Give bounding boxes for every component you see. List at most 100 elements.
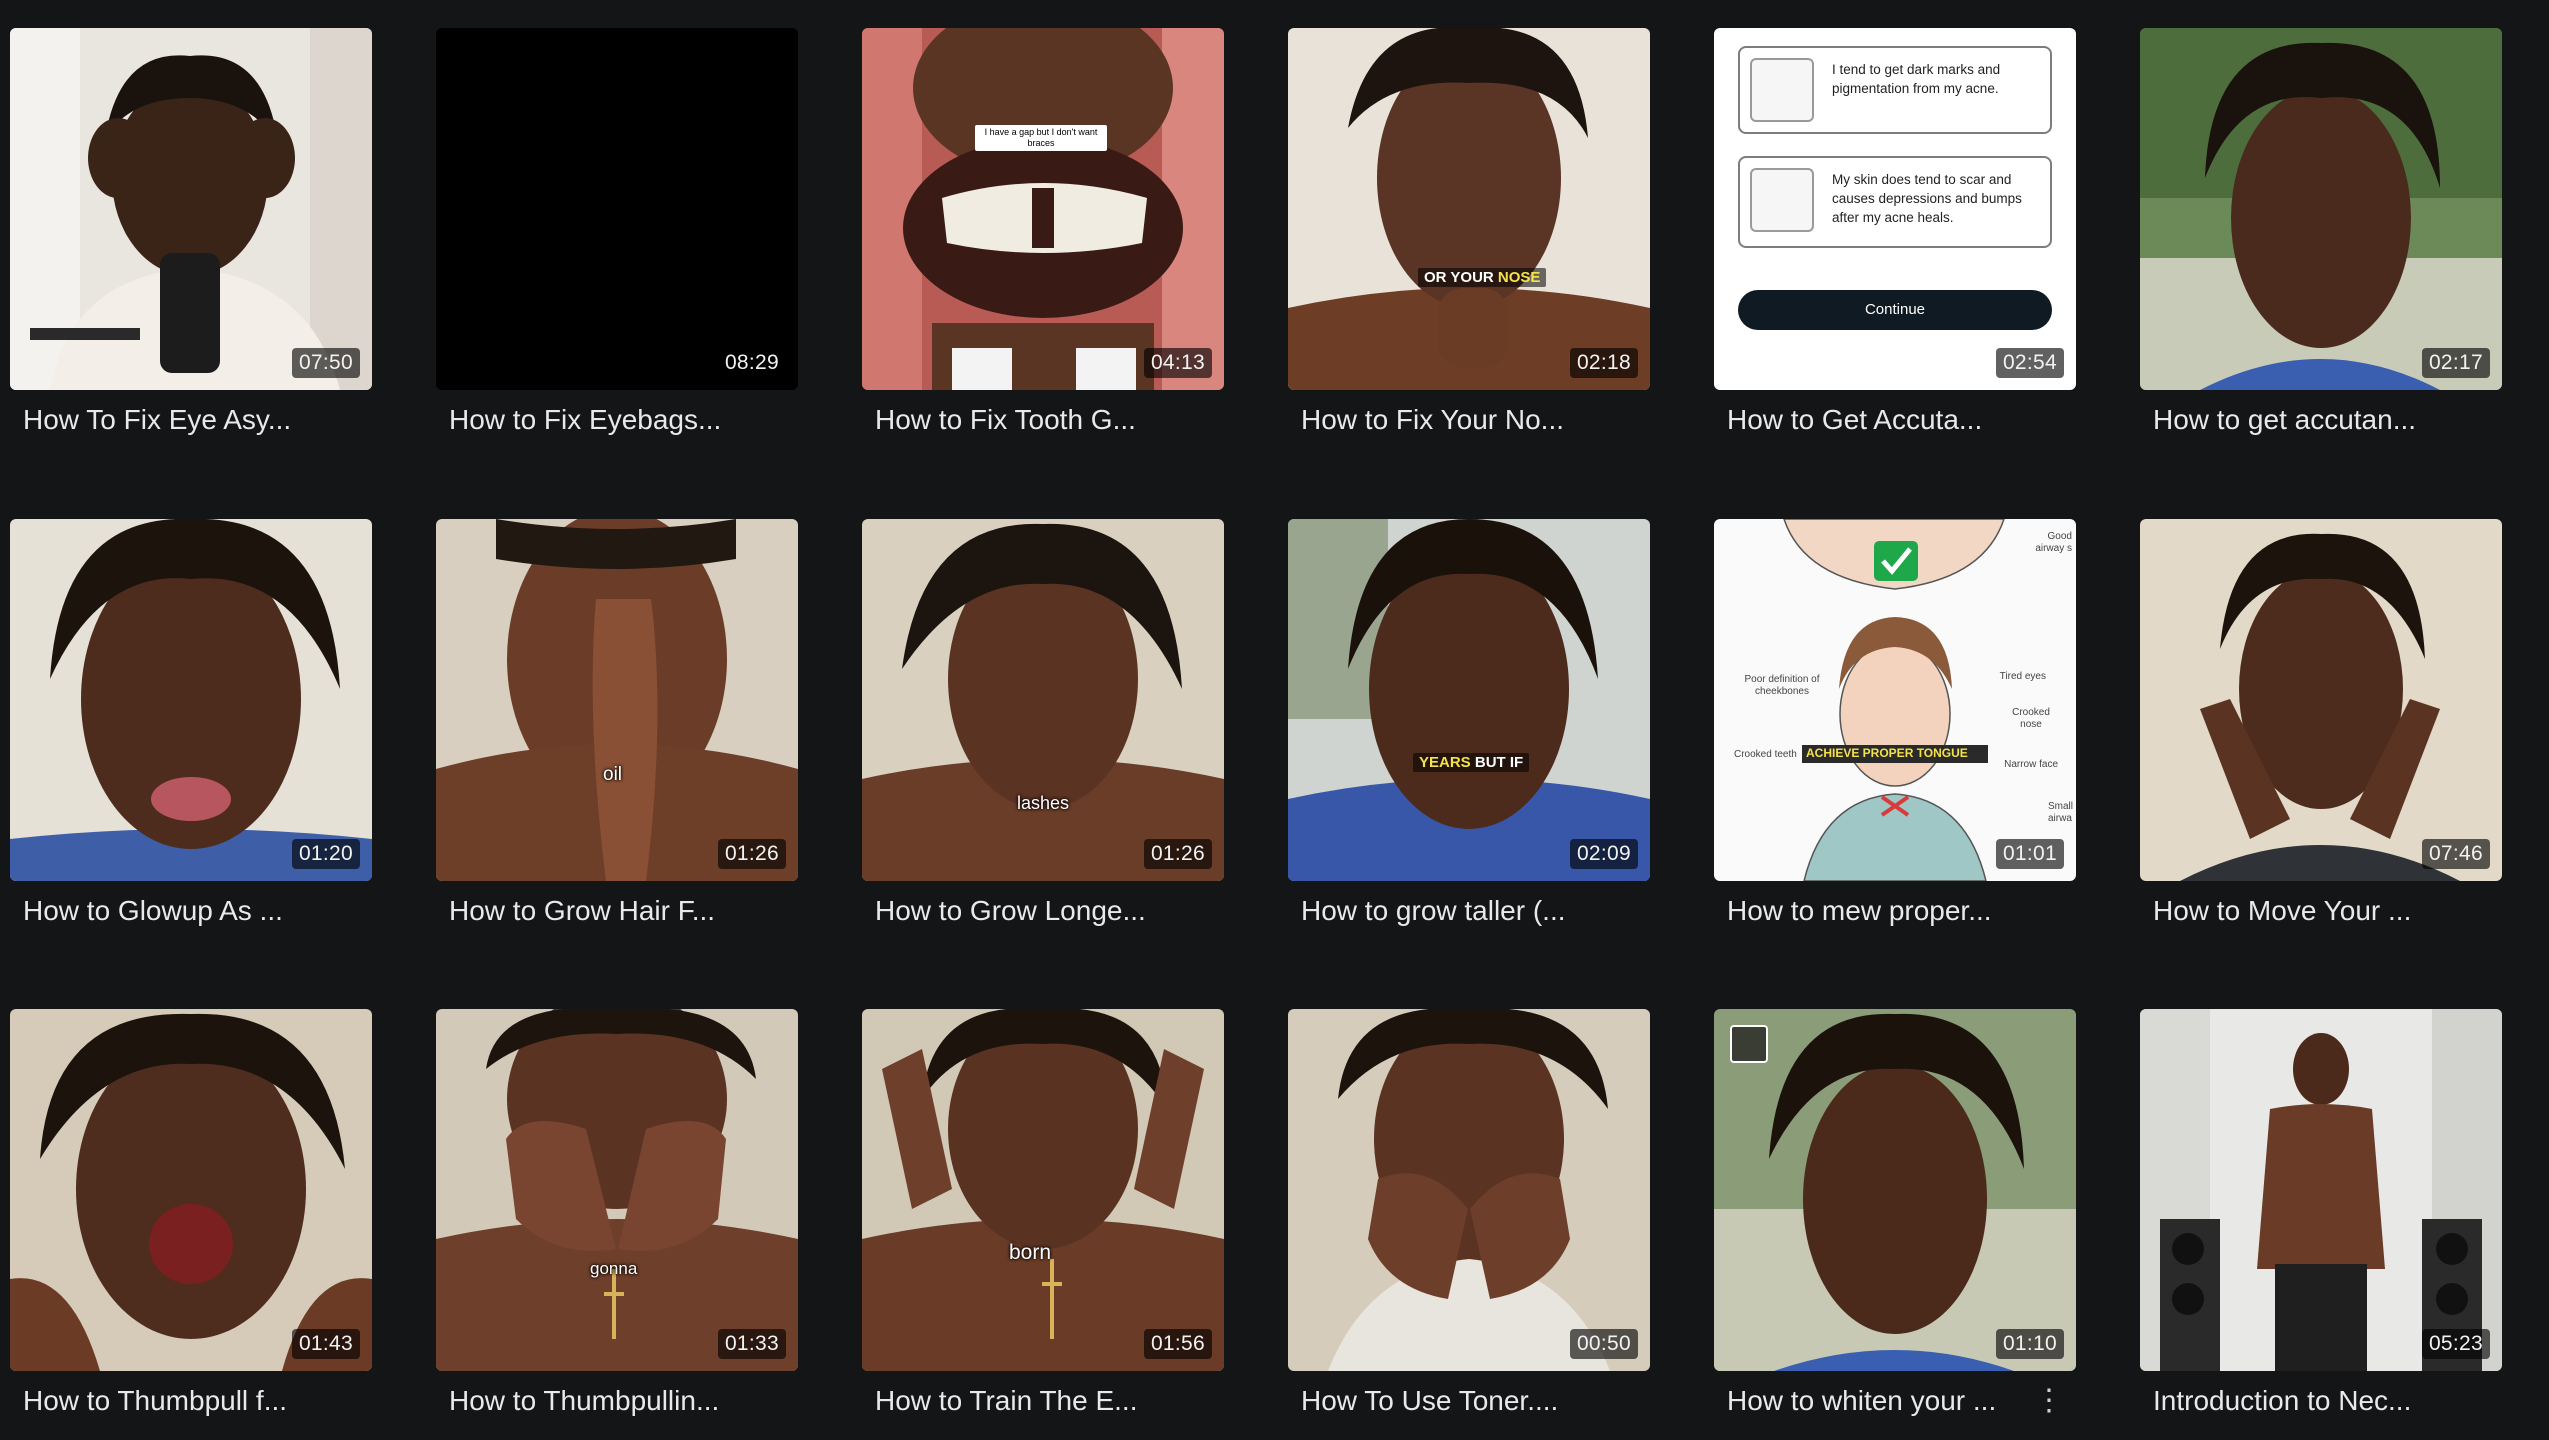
video-thumbnail[interactable]: born 01:56 [862, 1009, 1224, 1371]
duration-badge: 02:54 [1995, 348, 2064, 378]
thumbnail-image [436, 519, 798, 881]
video-card[interactable]: I tend to get dark marks and pigmentatio… [1714, 28, 2076, 436]
video-title-text: How to Thumbpullin... [449, 1385, 720, 1416]
video-title[interactable]: How to get accutan... [2140, 404, 2502, 436]
thumbnail-image [10, 519, 372, 881]
video-title[interactable]: How to whiten your ... ⋮ [1714, 1385, 2076, 1417]
video-thumbnail[interactable]: 07:50 [10, 28, 372, 390]
video-thumbnail[interactable]: gonna 01:33 [436, 1009, 798, 1371]
video-thumbnail[interactable]: I tend to get dark marks and pigmentatio… [1714, 28, 2076, 390]
kebab-menu-icon[interactable]: ⋮ [2022, 1386, 2076, 1416]
video-card[interactable]: 01:20 How to Glowup As ... [10, 519, 372, 927]
video-thumbnail[interactable]: 01:20 [10, 519, 372, 881]
duration-badge: 01:33 [717, 1329, 786, 1359]
video-title-text: How to Fix Tooth G... [875, 404, 1136, 435]
video-thumbnail[interactable]: Good airway s Poor definition of cheekbo… [1714, 519, 2076, 881]
video-title-text: How to Fix Eyebags... [449, 404, 722, 435]
video-title[interactable]: How To Use Toner.... [1288, 1385, 1650, 1417]
video-thumbnail[interactable]: YEARS BUT IF 02:09 [1288, 519, 1650, 881]
overlay-caption: I have a gap but I don't want braces [975, 125, 1107, 151]
quiz-option-text: I tend to get dark marks and pigmentatio… [1832, 62, 2001, 96]
video-thumbnail[interactable]: I have a gap but I don't want braces 04:… [862, 28, 1224, 390]
video-title-text: How to Fix Your No... [1301, 404, 1565, 435]
video-title[interactable]: How to Grow Hair F... [436, 895, 798, 927]
video-title-text: How to Glowup As ... [23, 895, 283, 926]
video-thumbnail[interactable]: lashes 01:26 [862, 519, 1224, 881]
video-caption: OR YOUR NOSE [1418, 268, 1547, 287]
quiz-option-text: My skin does tend to scar and causes dep… [1832, 172, 2022, 225]
video-thumbnail[interactable]: 02:17 [2140, 28, 2502, 390]
duration-badge: 00:50 [1569, 1329, 1638, 1359]
video-card[interactable]: oil 01:26 How to Grow Hair F... [436, 519, 798, 927]
video-title[interactable]: How to Train The E... [862, 1385, 1224, 1417]
video-title[interactable]: How to Fix Tooth G... [862, 404, 1224, 436]
duration-badge: 01:01 [1995, 839, 2064, 869]
duration-badge: 02:18 [1569, 348, 1638, 378]
thumbnail-image [1288, 1009, 1650, 1371]
video-card[interactable]: 07:50 How To Fix Eye Asy... [10, 28, 372, 436]
duration-badge: 01:56 [1143, 1329, 1212, 1359]
video-grid: 07:50 How To Fix Eye Asy... 08:29 How to… [0, 0, 2549, 1440]
video-title-text: How to Grow Longe... [875, 895, 1146, 926]
video-title-text: How to Move Your ... [2153, 895, 2412, 926]
thumbnail-image [2140, 519, 2502, 881]
video-subtitle: lashes [1017, 793, 1070, 813]
video-title[interactable]: How to Fix Eyebags... [436, 404, 798, 436]
video-card[interactable]: 08:29 How to Fix Eyebags... [436, 28, 798, 436]
video-card[interactable]: 07:46 How to Move Your ... [2140, 519, 2502, 927]
video-title[interactable]: Introduction to Nec... [2140, 1385, 2502, 1417]
video-card[interactable]: YEARS BUT IF 02:09 How to grow taller (.… [1288, 519, 1650, 927]
skin-diagram-icon [1750, 168, 1814, 232]
video-card[interactable]: 01:10 How to whiten your ... ⋮ [1714, 1009, 2076, 1417]
thumbnail-image [10, 28, 372, 390]
video-card[interactable]: 00:50 How To Use Toner.... [1288, 1009, 1650, 1417]
video-card[interactable]: 05:23 Introduction to Nec... [2140, 1009, 2502, 1417]
thumbnail-image [2140, 1009, 2502, 1371]
video-title[interactable]: How to Glowup As ... [10, 895, 372, 927]
video-title-text: How to whiten your ... [1727, 1385, 1997, 1416]
video-card[interactable]: Good airway s Poor definition of cheekbo… [1714, 519, 2076, 927]
video-title[interactable]: How to Thumbpull f... [10, 1385, 372, 1417]
video-card[interactable]: born 01:56 How to Train The E... [862, 1009, 1224, 1417]
video-card[interactable]: 02:17 How to get accutan... [2140, 28, 2502, 436]
video-title-text: How to grow taller (... [1301, 895, 1566, 926]
duration-badge: 01:43 [291, 1329, 360, 1359]
thumbnail-image [1714, 1009, 2076, 1371]
video-card[interactable]: I have a gap but I don't want braces 04:… [862, 28, 1224, 436]
video-title[interactable]: How to Move Your ... [2140, 895, 2502, 927]
duration-badge: 04:13 [1143, 348, 1212, 378]
video-subtitle: born [1009, 1241, 1052, 1264]
thumbnail-image [436, 28, 798, 390]
video-title-text: How to Get Accuta... [1727, 404, 1983, 435]
video-thumbnail[interactable]: 01:10 [1714, 1009, 2076, 1371]
video-title[interactable]: How to Grow Longe... [862, 895, 1224, 927]
video-title[interactable]: How to mew proper... [1714, 895, 2076, 927]
duration-badge: 02:09 [1569, 839, 1638, 869]
video-thumbnail[interactable]: OR YOUR NOSE 02:18 [1288, 28, 1650, 390]
video-thumbnail[interactable]: 08:29 [436, 28, 798, 390]
duration-badge: 01:26 [717, 839, 786, 869]
video-title[interactable]: How To Fix Eye Asy... [10, 404, 372, 436]
diagram-label: Small airwa [2048, 801, 2074, 824]
skin-diagram-icon [1750, 58, 1814, 122]
diagram-label: Poor definition of cheekbones [1744, 674, 1820, 697]
select-checkbox-icon[interactable] [1730, 1025, 1768, 1063]
quiz-option: My skin does tend to scar and causes dep… [1738, 156, 2052, 248]
thumbnail-image [10, 1009, 372, 1371]
video-card[interactable]: 01:43 How to Thumbpull f... [10, 1009, 372, 1417]
video-title[interactable]: How to Get Accuta... [1714, 404, 2076, 436]
thumbnail-image [862, 1009, 1224, 1371]
video-card[interactable]: lashes 01:26 How to Grow Longe... [862, 519, 1224, 927]
video-title[interactable]: How to Fix Your No... [1288, 404, 1650, 436]
thumbnail-image [1288, 519, 1650, 881]
video-thumbnail[interactable]: 07:46 [2140, 519, 2502, 881]
video-thumbnail[interactable]: 00:50 [1288, 1009, 1650, 1371]
video-title[interactable]: How to grow taller (... [1288, 895, 1650, 927]
video-title[interactable]: How to Thumbpullin... [436, 1385, 798, 1417]
video-card[interactable]: OR YOUR NOSE 02:18 How to Fix Your No... [1288, 28, 1650, 436]
video-thumbnail[interactable]: 05:23 [2140, 1009, 2502, 1371]
diagram-label: Good airway s [2035, 531, 2072, 554]
video-thumbnail[interactable]: 01:43 [10, 1009, 372, 1371]
video-card[interactable]: gonna 01:33 How to Thumbpullin... [436, 1009, 798, 1417]
video-thumbnail[interactable]: oil 01:26 [436, 519, 798, 881]
